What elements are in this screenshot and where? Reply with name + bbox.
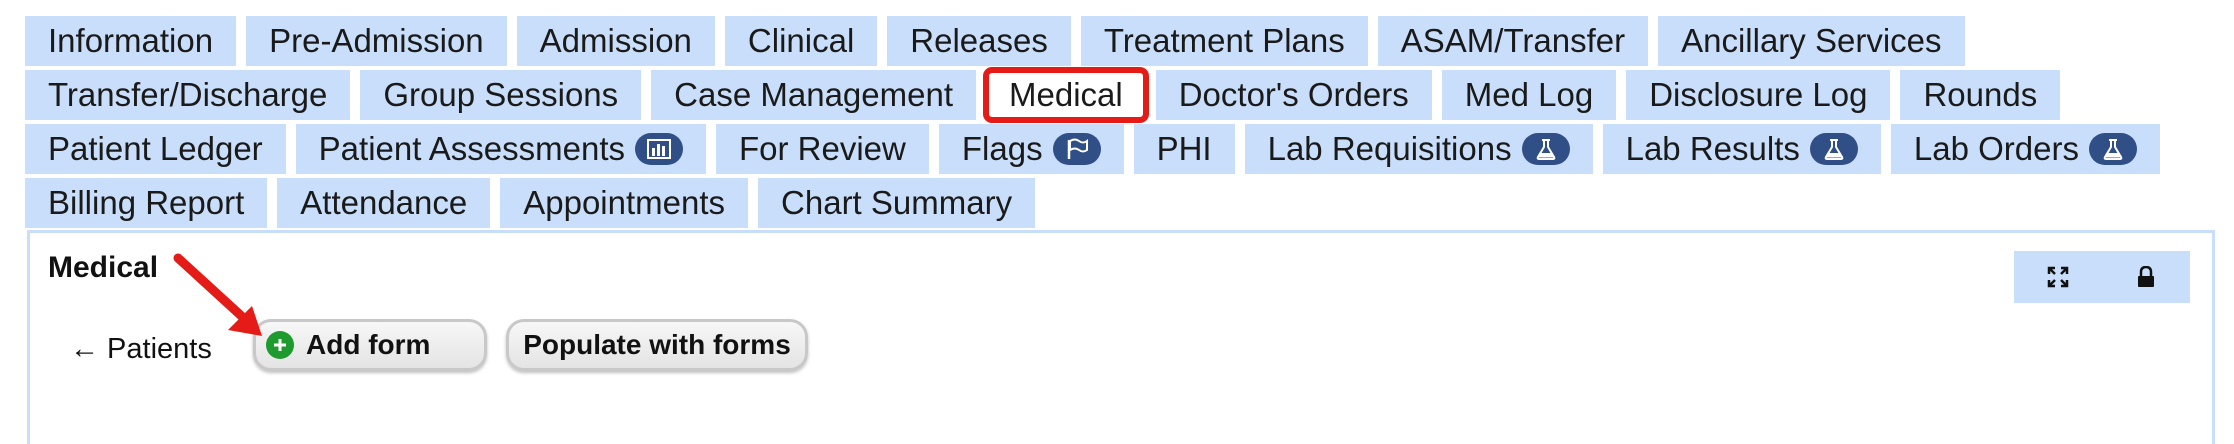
plus-icon	[266, 331, 294, 359]
tab-label: Medical	[1009, 76, 1123, 113]
tab-billing-report[interactable]: Billing Report	[25, 178, 268, 228]
tab-row-1: Information Pre-Admission Admission Clin…	[25, 16, 2215, 66]
tab-label: Releases	[910, 22, 1048, 59]
tab-label: Flags	[961, 130, 1043, 167]
populate-label: Populate with forms	[523, 329, 791, 360]
flask-icon	[1809, 133, 1858, 165]
patient-chart-page: Information Pre-Admission Admission Clin…	[0, 0, 2234, 444]
panel-toolbar	[2014, 251, 2190, 303]
tab-transfer-discharge[interactable]: Transfer/Discharge	[25, 70, 351, 120]
tab-label: Admission	[539, 22, 692, 59]
tab-label: Lab Orders	[1913, 130, 2079, 167]
tab-label: ASAM/Transfer	[1400, 22, 1626, 59]
flask-icon	[1521, 133, 1570, 165]
tab-case-management[interactable]: Case Management	[651, 70, 976, 120]
bar-chart-icon	[635, 133, 683, 165]
tab-ancillary-services[interactable]: Ancillary Services	[1658, 16, 1965, 66]
panel-title: Medical	[48, 251, 159, 284]
tab-label: Med Log	[1464, 76, 1594, 113]
expand-icon[interactable]	[2038, 257, 2078, 297]
tab-label: Lab Requisitions	[1267, 130, 1512, 167]
tab-rounds[interactable]: Rounds	[1900, 70, 2061, 120]
tab-label: Lab Results	[1625, 130, 1800, 167]
tab-row-3: Patient Ledger Patient Assessments For R…	[25, 124, 2215, 174]
tab-lab-orders[interactable]: Lab Orders	[1890, 124, 2160, 174]
tab-disclosure-log[interactable]: Disclosure Log	[1626, 70, 1891, 120]
tab-for-review[interactable]: For Review	[716, 124, 929, 174]
tab-label: Patient Assessments	[318, 130, 625, 167]
tab-label: Ancillary Services	[1681, 22, 1942, 59]
tab-treatment-plans[interactable]: Treatment Plans	[1080, 16, 1368, 66]
tab-doctors-orders[interactable]: Doctor's Orders	[1155, 70, 1432, 120]
back-to-patients-link[interactable]: ← Patients	[70, 329, 212, 369]
tab-label: Rounds	[1923, 76, 2038, 113]
tab-patient-ledger[interactable]: Patient Ledger	[25, 124, 286, 174]
tab-label: Treatment Plans	[1103, 22, 1345, 59]
medical-panel: Medical ← Patients Add form Populate wit…	[27, 230, 2215, 444]
add-form-button[interactable]: Add form	[253, 319, 487, 371]
tab-appointments[interactable]: Appointments	[500, 178, 749, 228]
tab-label: Doctor's Orders	[1178, 76, 1409, 113]
tab-label: Appointments	[523, 184, 726, 221]
tab-patient-assessments[interactable]: Patient Assessments	[295, 124, 706, 174]
tab-label: Attendance	[300, 184, 468, 221]
tab-clinical[interactable]: Clinical	[724, 16, 878, 66]
tab-bar: Information Pre-Admission Admission Clin…	[25, 16, 2215, 232]
tab-label: For Review	[739, 130, 906, 167]
tab-lab-results[interactable]: Lab Results	[1602, 124, 1881, 174]
tab-releases[interactable]: Releases	[887, 16, 1071, 66]
tab-label: Case Management	[674, 76, 953, 113]
add-form-label: Add form	[306, 329, 431, 360]
flag-icon	[1052, 133, 1101, 165]
tab-label: Transfer/Discharge	[48, 76, 328, 113]
tab-row-4: Billing Report Attendance Appointments C…	[25, 178, 2215, 228]
tab-row-2: Transfer/Discharge Group Sessions Case M…	[25, 67, 2215, 123]
tab-flags[interactable]: Flags	[938, 124, 1124, 174]
tab-label: Chart Summary	[781, 184, 1013, 221]
tab-attendance[interactable]: Attendance	[277, 178, 491, 228]
tab-label: Information	[48, 22, 214, 59]
tab-information[interactable]: Information	[25, 16, 237, 66]
tab-label: PHI	[1156, 130, 1212, 167]
populate-with-forms-button[interactable]: Populate with forms	[506, 319, 808, 371]
tab-phi[interactable]: PHI	[1133, 124, 1235, 174]
tab-group-sessions[interactable]: Group Sessions	[360, 70, 642, 120]
tab-label: Pre-Admission	[269, 22, 484, 59]
tab-label: Billing Report	[48, 184, 245, 221]
tab-pre-admission[interactable]: Pre-Admission	[246, 16, 507, 66]
tab-label: Clinical	[747, 22, 855, 59]
flask-icon	[2088, 133, 2137, 165]
tab-chart-summary[interactable]: Chart Summary	[758, 178, 1036, 228]
tab-admission[interactable]: Admission	[516, 16, 715, 66]
tab-lab-requisitions[interactable]: Lab Requisitions	[1244, 124, 1593, 174]
tab-label: Patient Ledger	[48, 130, 263, 167]
tab-medical[interactable]: Medical	[983, 67, 1149, 123]
tab-asam-transfer[interactable]: ASAM/Transfer	[1377, 16, 1649, 66]
tab-med-log[interactable]: Med Log	[1441, 70, 1617, 120]
lock-icon[interactable]	[2126, 257, 2166, 297]
tab-label: Disclosure Log	[1649, 76, 1868, 113]
tab-label: Group Sessions	[383, 76, 619, 113]
